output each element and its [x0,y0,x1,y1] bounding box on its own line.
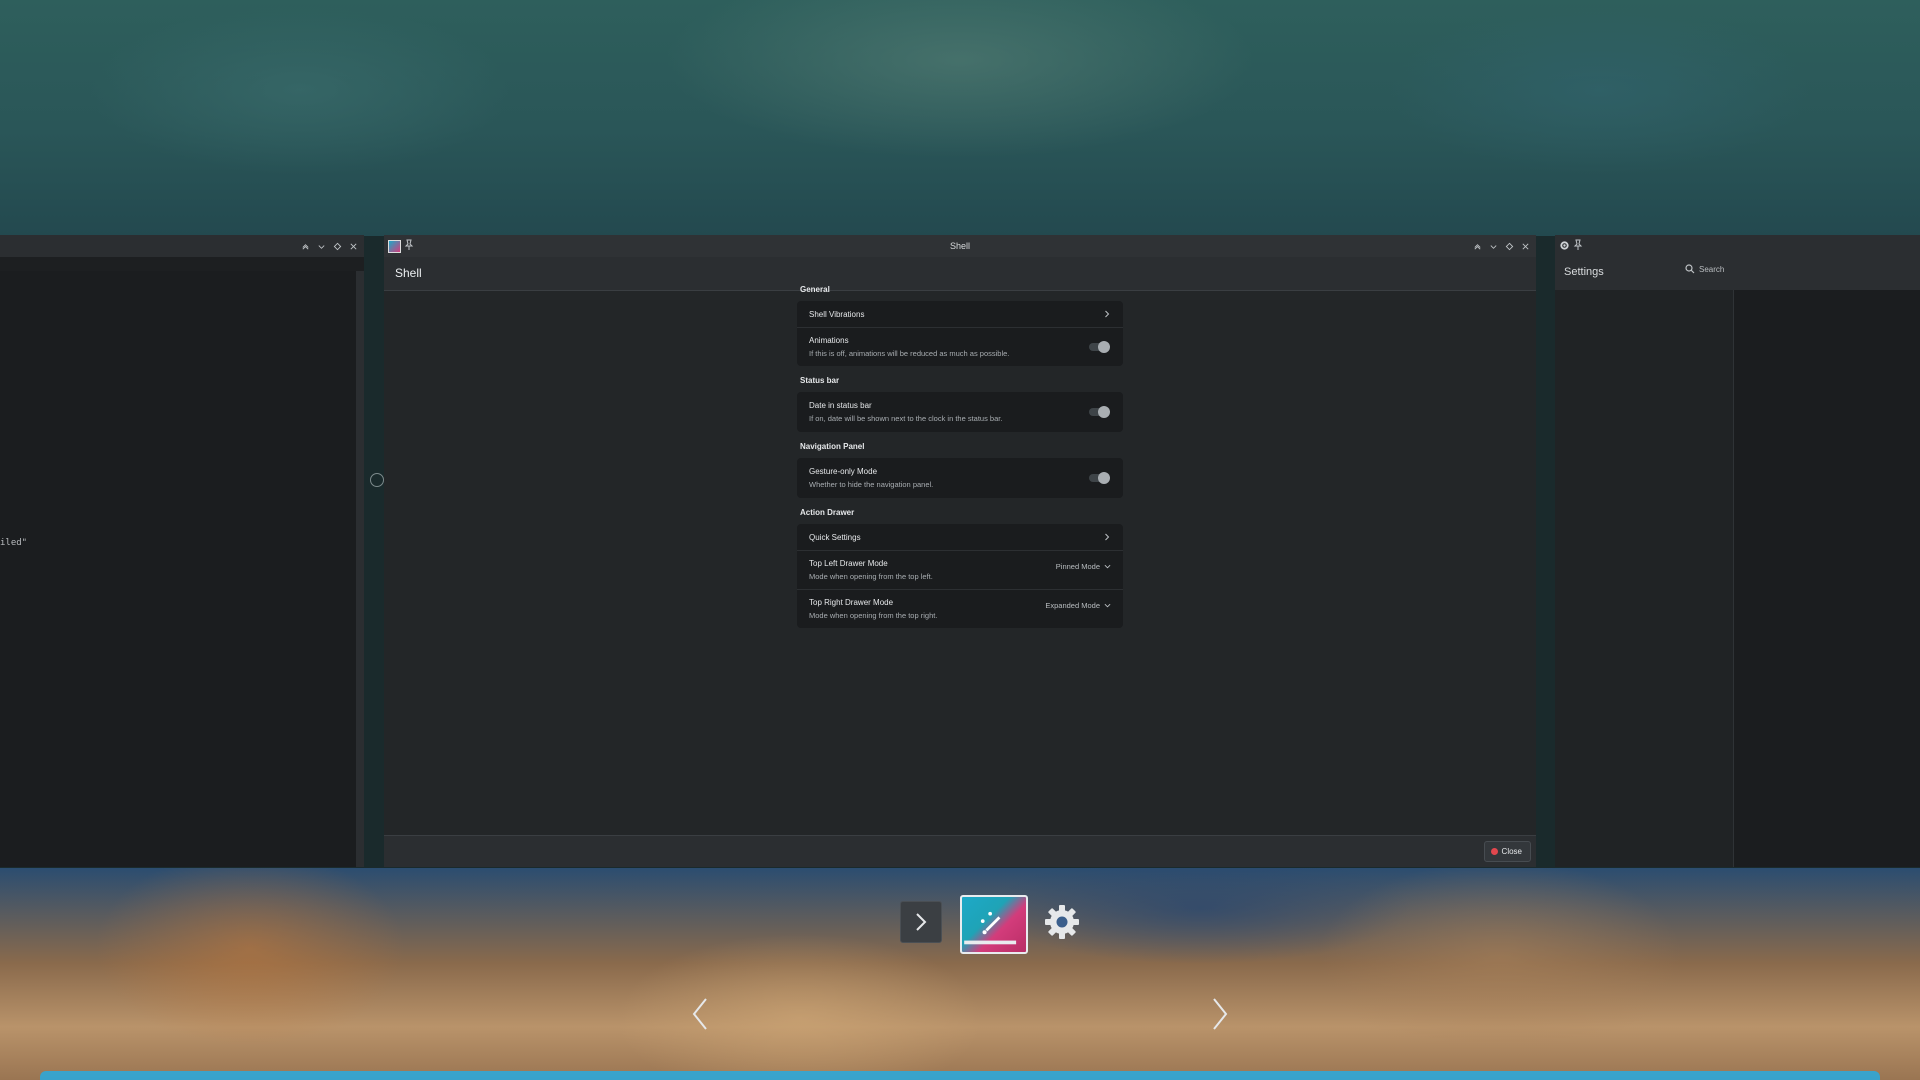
close-icon[interactable] [1520,241,1530,251]
row-label: Quick Settings [809,533,861,542]
settings-sidebar [1555,290,1734,867]
settings-card-action-drawer: Quick Settings Top Left Drawer Mode Mode… [797,524,1123,628]
search-field[interactable]: Search [1685,264,1724,274]
top-left-drawer-mode-combo[interactable]: Pinned Mode [1056,562,1111,571]
chevron-right-icon [1105,310,1110,318]
scrollbar[interactable] [356,271,364,867]
row-label: Shell Vibrations [809,310,865,319]
quick-settings-row[interactable]: Quick Settings [797,524,1123,551]
terminal-text: iled" [0,538,28,548]
row-label: Date in status bar [809,401,872,410]
settings-content-pane [1734,290,1920,867]
top-right-drawer-mode-combo[interactable]: Expanded Mode [1045,601,1111,610]
row-description: Mode when opening from the top right. [809,611,938,620]
date-in-status-bar-toggle[interactable] [1089,406,1110,418]
home-indicator-bar[interactable] [40,1071,1880,1080]
settings-card-navigation-panel: Gesture-only Mode Whether to hide the na… [797,458,1123,498]
row-label: Animations [809,336,849,345]
top-left-drawer-mode-row[interactable]: Top Left Drawer Mode Mode when opening f… [797,551,1123,590]
edge-indicator-icon [370,473,384,487]
wallpaper-top [0,0,1920,236]
settings-window-preview[interactable]: Settings Search [1555,235,1920,867]
settings-header: Settings Search [1555,257,1920,291]
combo-value: Pinned Mode [1055,562,1100,571]
close-button[interactable]: Close [1483,841,1531,862]
row-description: If on, date will be shown next to the cl… [809,414,1003,423]
row-label: Gesture-only Mode [809,467,878,476]
maximize-icon[interactable] [332,241,342,251]
search-icon [1685,264,1695,274]
chevron-down-icon [1104,603,1111,608]
maximize-icon[interactable] [1504,241,1514,251]
date-in-status-bar-row[interactable]: Date in status bar If on, date will be s… [797,392,1123,432]
settings-gear-icon[interactable] [1040,900,1084,944]
section-title-navigation-panel: Navigation Panel [800,442,865,451]
chevron-down-icon [1104,564,1111,569]
animations-row[interactable]: Animations If this is off, animations wi… [797,328,1123,366]
page-title: Shell [395,266,422,280]
keep-above-icon[interactable] [1472,241,1482,251]
dialog-footer: Close [384,835,1536,867]
gesture-only-mode-row[interactable]: Gesture-only Mode Whether to hide the na… [797,458,1123,498]
settings-title: Settings [1564,266,1604,278]
shell-settings-window[interactable]: Shell Shell General Shell Vibrations Ani… [384,235,1536,867]
left-window-titlebar[interactable] [0,235,364,257]
close-icon [1490,848,1498,855]
terminal-icon[interactable] [900,901,942,943]
keep-above-icon[interactable] [300,241,310,251]
shell-vibrations-row[interactable]: Shell Vibrations [797,301,1123,328]
next-arrow-icon[interactable] [1210,997,1230,1031]
close-button-label: Close [1501,847,1522,856]
discover-icon[interactable] [960,895,1028,954]
row-description: Whether to hide the navigation panel. [809,480,934,489]
section-title-action-drawer: Action Drawer [800,508,855,517]
settings-app-icon [1559,240,1570,251]
right-window-titlebar[interactable] [1555,235,1920,257]
search-placeholder: Search [1699,264,1725,274]
previous-arrow-icon[interactable] [690,997,710,1031]
row-description: If this is off, animations will be reduc… [809,349,1010,358]
section-title-general: General [800,285,830,294]
settings-card-status-bar: Date in status bar If on, date will be s… [797,392,1123,432]
settings-list: General Shell Vibrations Animations If t… [797,285,1123,638]
pin-icon[interactable] [1573,239,1583,251]
minimize-icon[interactable] [316,241,326,251]
settings-card-general: Shell Vibrations Animations If this is o… [797,301,1123,366]
toggle-knob [1098,472,1110,484]
section-title-status-bar: Status bar [800,376,840,385]
left-window-content [0,271,356,867]
minimize-icon[interactable] [1488,241,1498,251]
close-icon[interactable] [348,241,358,251]
main-window-titlebar[interactable]: Shell [384,235,1536,257]
left-window-preview[interactable]: iled" [0,235,364,867]
row-description: Mode when opening from the top left. [809,572,933,581]
top-right-drawer-mode-row[interactable]: Top Right Drawer Mode Mode when opening … [797,590,1123,628]
toggle-knob [1098,406,1110,418]
animations-toggle[interactable] [1089,341,1110,353]
gesture-only-mode-toggle[interactable] [1089,472,1110,484]
combo-value: Expanded Mode [1045,601,1100,610]
window-title: Shell [949,241,970,251]
toggle-knob [1098,341,1110,353]
chevron-right-icon [1105,533,1110,541]
